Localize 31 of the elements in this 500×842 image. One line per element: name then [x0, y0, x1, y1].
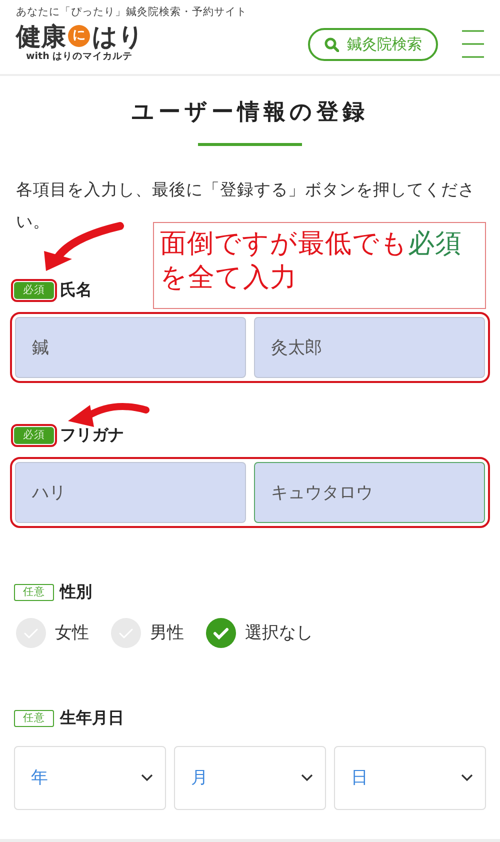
select-field[interactable]: 月 [174, 746, 326, 810]
chevron-down-icon [461, 774, 473, 782]
field-label: フリガナ [60, 424, 124, 446]
select-field[interactable]: 日 [334, 746, 486, 810]
logo-badge[interactable]: に [68, 25, 90, 48]
site-tagline: あなたに「ぴったり」鍼灸院検索・予約サイト [16, 6, 247, 19]
radio-option[interactable]: 女性 [16, 618, 89, 648]
menu-button[interactable] [462, 30, 484, 58]
logo-subtitle: with はりのマイカルテ [25, 50, 134, 64]
select-field[interactable]: 年 [14, 746, 166, 810]
search-icon [324, 36, 339, 52]
chevron-down-icon [301, 774, 313, 782]
required-tag: 必須 [14, 282, 54, 300]
search-button[interactable]: 鍼灸院検索 [308, 28, 438, 60]
field-label: 氏名 [60, 279, 92, 302]
optional-tag: 任意 [14, 584, 54, 602]
logo-text[interactable]: はり [92, 22, 144, 50]
chevron-down-icon [141, 774, 153, 782]
callout-text: 面倒ですが最低でも 必須 を全て入力 [153, 222, 486, 309]
page-title: ユーザー情報の登録 [130, 99, 370, 127]
logo-text[interactable]: 健康 [16, 22, 66, 50]
text-input[interactable]: 鍼 [15, 317, 246, 378]
text-input[interactable]: ハリ [15, 462, 246, 524]
text-input[interactable]: キュウタロウ [254, 462, 485, 524]
field-label: 生年月日 [60, 707, 124, 730]
required-tag: 必須 [14, 426, 54, 444]
radio-option[interactable]: 男性 [111, 618, 184, 648]
text-input[interactable]: 灸太郎 [254, 317, 485, 378]
radio-option[interactable]: 選択なし [206, 618, 313, 648]
optional-tag: 任意 [14, 710, 54, 728]
field-label: 性別 [60, 581, 92, 604]
